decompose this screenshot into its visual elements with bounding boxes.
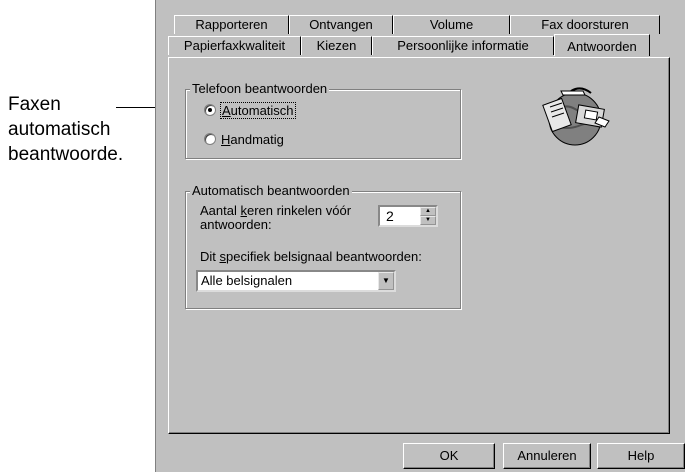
ring-pattern-value: Alle belsignalen	[201, 273, 293, 288]
callout-line-3: beantwoorde.	[8, 144, 124, 165]
radio-automatisch[interactable]: Automatisch	[204, 102, 296, 119]
ring-pattern-label: Dit specifiek belsignaal beantwoorden:	[200, 249, 422, 264]
group-title-automatisch: Automatisch beantwoorden	[190, 183, 352, 199]
group-automatisch-beantwoorden: Automatisch beantwoorden Aantal keren ri…	[185, 183, 461, 309]
spin-down-icon[interactable]: ▼	[420, 216, 436, 225]
tab-persoonlijke-informatie[interactable]: Persoonlijke informatie	[372, 36, 554, 55]
callout-text: Faxen automatisch beantwoorde.	[8, 92, 168, 167]
radio-selected-icon[interactable]	[204, 104, 216, 116]
radio-unselected-icon[interactable]	[204, 133, 216, 145]
rings-count-stepper[interactable]: 2 ▲ ▼	[378, 205, 438, 227]
chevron-down-icon[interactable]: ▼	[378, 272, 394, 290]
ok-button[interactable]: OK	[403, 443, 495, 469]
group-title-telefoon: Telefoon beantwoorden	[190, 81, 330, 97]
tab-antwoorden[interactable]: Antwoorden	[554, 34, 650, 56]
tab-panel-antwoorden: Telefoon beantwoorden Automatisch Handma…	[168, 57, 670, 434]
tab-papierfaxkwaliteit[interactable]: Papierfaxkwaliteit	[168, 36, 301, 55]
radio-handmatig[interactable]: Handmatig	[204, 132, 284, 148]
spin-up-icon[interactable]: ▲	[420, 207, 436, 216]
ring-pattern-select[interactable]: Alle belsignalen ▼	[196, 270, 396, 292]
help-button[interactable]: Help	[597, 443, 685, 469]
radio-automatisch-label: Automatisch	[220, 102, 296, 119]
cancel-button[interactable]: Annuleren	[503, 443, 591, 469]
group-telefoon-beantwoorden: Telefoon beantwoorden Automatisch Handma…	[185, 81, 461, 159]
fax-settings-dialog: Rapporteren Ontvangen Volume Fax doorstu…	[155, 0, 685, 472]
tab-volume[interactable]: Volume	[393, 15, 510, 34]
callout-line-2: automatisch	[8, 119, 111, 140]
callout-line-1: Faxen	[8, 94, 61, 115]
rings-count-label: Aantal keren rinkelen vóór antwoorden:	[200, 203, 352, 232]
rings-count-spin-buttons: ▲ ▼	[420, 207, 436, 225]
fax-globe-icon	[541, 81, 611, 149]
tab-ontvangen[interactable]: Ontvangen	[289, 15, 393, 34]
tab-rapporteren[interactable]: Rapporteren	[174, 15, 289, 34]
tab-kiezen[interactable]: Kiezen	[301, 36, 372, 55]
radio-handmatig-label: Handmatig	[221, 132, 284, 147]
tab-fax-doorsturen[interactable]: Fax doorsturen	[510, 15, 660, 34]
rings-count-value: 2	[386, 208, 394, 224]
